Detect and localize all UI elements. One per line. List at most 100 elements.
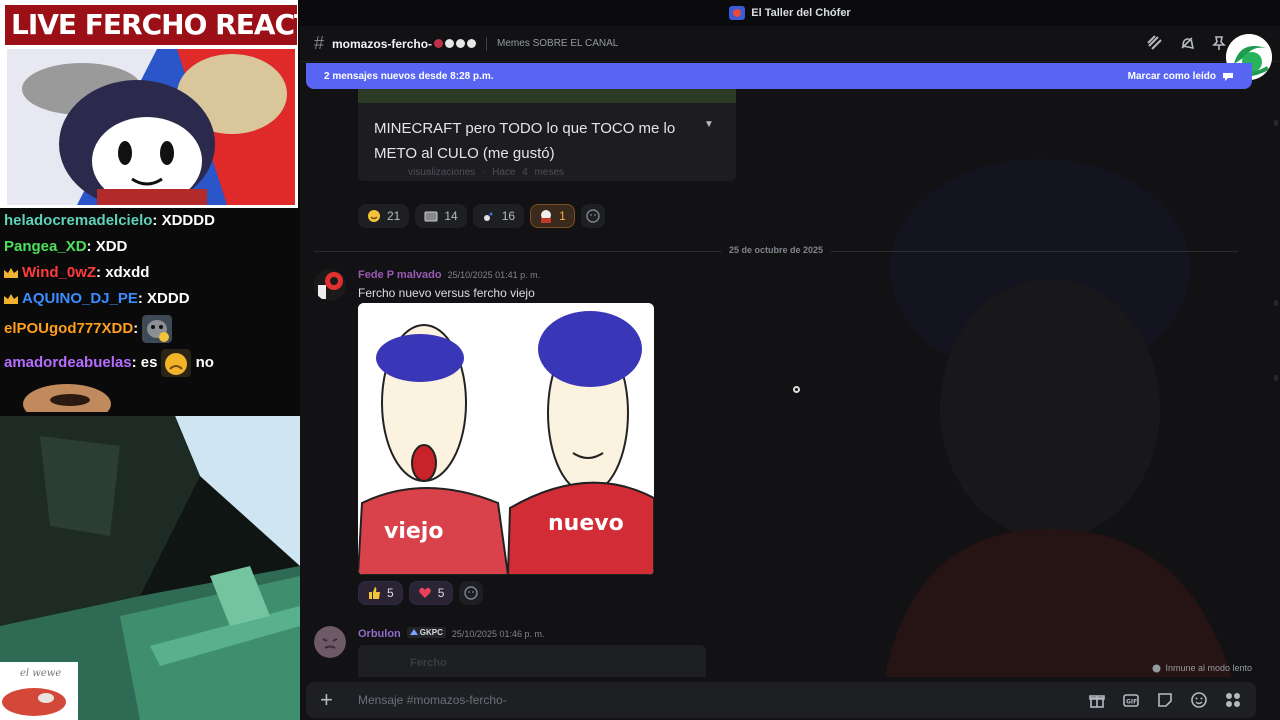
message-author[interactable]: Fede P malvado <box>358 269 442 281</box>
reaction-button[interactable]: 21 <box>358 204 410 228</box>
chat-username: AQUINO_DJ_PE <box>22 290 138 307</box>
chat-username: elPOUgod777XDD <box>4 320 134 337</box>
meme-label-viejo: viejo <box>384 519 444 544</box>
new-messages-bar[interactable]: 2 mensajes nuevos desde 8:28 p.m. Marcar… <box>306 63 1252 89</box>
chat-message: AQUINO_DJ_PE: XDDD <box>4 286 298 312</box>
stream-chat: heladocremadelcielo: XDDDD Pangea_XD: XD… <box>4 208 298 380</box>
add-reaction-button[interactable] <box>580 204 605 228</box>
add-reaction-icon <box>464 586 479 600</box>
reaction-count: 5 <box>437 586 445 600</box>
chat-text: xdxdd <box>105 264 150 281</box>
date-divider-label: 25 de octubre de 2025 <box>720 245 832 255</box>
video-meta: visualizaciones · Hace 4 meses <box>408 167 565 178</box>
mark-as-read-label: Marcar como leído <box>1127 70 1216 82</box>
video-title[interactable]: MINECRAFT pero TODO lo que TOCO me lo ME… <box>374 116 704 166</box>
reaction-button[interactable]: 5 <box>408 581 454 605</box>
reaction-bar: 21 14 16 1 <box>358 204 605 228</box>
reaction-button[interactable]: 5 <box>358 581 403 605</box>
server-icon <box>729 6 746 20</box>
chat-message: heladocremadelcielo: XDDDD <box>4 208 298 234</box>
window-titlebar: El Taller del Chófer <box>300 0 1280 26</box>
chat-username: amadordeabuelas <box>4 354 132 371</box>
scroll-marker <box>1274 375 1278 381</box>
window-title: El Taller del Chófer <box>751 7 851 19</box>
speech-emoji-icon <box>456 39 466 48</box>
clock-icon <box>1152 664 1161 672</box>
channel-header: # momazos-fercho- Memes SOBRE EL CANAL <box>300 26 1280 80</box>
date-divider: 25 de octubre de 2025 <box>314 245 1238 255</box>
mark-read-icon <box>1223 73 1233 81</box>
reaction-button[interactable]: 1 <box>530 204 575 228</box>
cat-emote-icon <box>142 315 173 343</box>
svg-text:GIF: GIF <box>1126 699 1137 706</box>
sticker-icon[interactable] <box>1156 691 1174 709</box>
reaction-count: 5 <box>387 586 394 600</box>
sparkling-heart-icon <box>418 587 431 598</box>
slowmode-indicator: Inmune al modo lento <box>1152 663 1252 673</box>
chat-text: XDDDD <box>161 212 215 229</box>
gif-icon[interactable]: GIF <box>1122 691 1140 709</box>
reaction-count: 1 <box>559 209 566 223</box>
chat-username: Pangea_XD <box>4 238 87 255</box>
discord-window: El Taller del Chófer # momazos-fercho- M… <box>300 0 1280 720</box>
mouse-cursor <box>793 386 800 393</box>
channel-name[interactable]: momazos-fercho- <box>332 37 432 51</box>
composer-toolbar: GIF <box>1088 691 1242 709</box>
guild-tag-icon <box>409 628 418 635</box>
reaction-count: 14 <box>444 209 458 223</box>
message-timestamp: 25/10/2025 01:41 p. m. <box>447 270 541 280</box>
thumbs-up-icon <box>369 587 380 599</box>
scroll-marker <box>1274 120 1278 126</box>
pill-emoji-icon <box>434 39 444 48</box>
chat-message: Wind_0wZ: xdxdd <box>4 260 298 286</box>
guild-tag[interactable]: GKPC <box>406 627 446 638</box>
add-reaction-button[interactable] <box>459 581 484 605</box>
message-composer[interactable]: + Mensaje #momazos-fercho- GIF <box>306 682 1256 718</box>
attach-plus-icon[interactable]: + <box>320 689 340 711</box>
new-messages-text: 2 mensajes nuevos desde 8:28 p.m. <box>324 70 494 82</box>
reaction-count: 16 <box>501 209 516 223</box>
scrollbar[interactable] <box>1272 90 1280 680</box>
background-meme-ghost <box>884 159 1232 677</box>
slowmode-text: Inmune al modo lento <box>1165 663 1252 673</box>
speech-emoji-icon <box>445 39 455 48</box>
video-thumbnail[interactable] <box>358 89 736 103</box>
message-header: Fede P malvado 25/10/2025 01:41 p. m. <box>358 269 540 281</box>
message-timestamp: 25/10/2025 01:46 p. m. <box>451 628 545 639</box>
chat-message: elPOUgod777XDD: <box>4 312 298 346</box>
header-separator <box>486 36 488 51</box>
streamer-avatar-art <box>7 49 295 205</box>
guild-tag-label: GKPC <box>419 628 443 637</box>
chevron-down-icon[interactable]: ▼ <box>704 119 714 130</box>
header-toolbar <box>1146 34 1228 52</box>
apps-icon[interactable] <box>1224 691 1242 709</box>
reaction-button[interactable]: 14 <box>415 204 467 228</box>
emoji-icon[interactable] <box>1190 691 1208 709</box>
message-input[interactable]: Mensaje #momazos-fercho- <box>358 693 1088 707</box>
reaction-button[interactable]: 16 <box>472 204 525 228</box>
youtube-embed[interactable]: MINECRAFT pero TODO lo que TOCO me lo ME… <box>358 89 736 181</box>
message-content: Fercho nuevo versus fercho viejo <box>358 286 535 300</box>
message-embed[interactable]: Fercho <box>358 645 706 677</box>
chat-message: amadordeabuelas: es no <box>4 346 298 380</box>
threads-icon[interactable] <box>1146 34 1164 52</box>
gift-icon[interactable] <box>1088 691 1106 709</box>
message-list: MINECRAFT pero TODO lo que TOCO me lo ME… <box>300 89 1280 677</box>
avatar[interactable] <box>314 269 346 301</box>
live-title: LIVE FERCHO REACTION <box>5 5 297 45</box>
sparkle-emoji-icon <box>483 212 493 221</box>
mark-as-read-button[interactable]: Marcar como leído <box>1128 71 1234 82</box>
chat-text: es <box>140 354 158 371</box>
chat-text: no <box>195 354 214 371</box>
message-author[interactable]: Orbulon <box>358 628 401 640</box>
text-channel-icon: # <box>314 33 325 53</box>
camera-thumbnail: el wewe <box>0 662 78 720</box>
scroll-marker <box>1274 300 1278 306</box>
avatar[interactable] <box>314 626 346 658</box>
live-banner: LIVE FERCHO REACTION <box>0 0 298 208</box>
meme-label-nuevo: nuevo <box>548 511 624 536</box>
notifications-muted-icon[interactable] <box>1178 34 1196 52</box>
hand-illustration <box>2 688 66 716</box>
pinned-messages-icon[interactable] <box>1210 34 1228 52</box>
channel-topic[interactable]: Memes SOBRE EL CANAL <box>497 38 618 49</box>
